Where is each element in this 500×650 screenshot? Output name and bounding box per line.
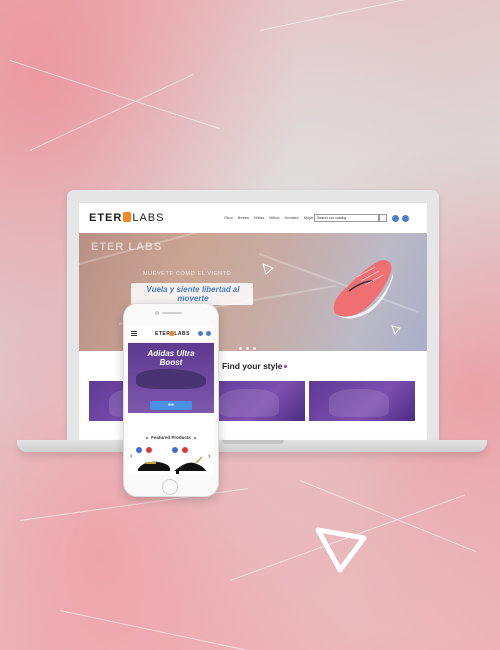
triangle-icon [315,527,367,573]
section-dot [284,365,287,368]
hero-watermark-logo: ETER LABS [91,241,163,253]
hero-cta-button[interactable]: Vuela y siente libertad al moverte [131,283,253,305]
nav-item[interactable]: Niñas [254,215,264,220]
product-badge [182,447,188,453]
logo-mark-icon [123,212,132,222]
phone-camera [155,311,159,315]
phone-device: ETER LABS Adidas Ultra Boost ●● Featured … [123,303,219,497]
search-icon[interactable] [379,214,387,222]
search-icon[interactable] [198,331,203,336]
cart-icon[interactable] [402,215,409,222]
nav-item[interactable]: Otoo [224,215,233,220]
mobile-hero-button-icon: ●● [167,402,175,408]
site-header: ETER LABS Otoo Bebés Niñas Niños Hombre M… [79,203,427,233]
mobile-hero-title: Adidas Ultra Boost [147,349,195,367]
featured-products-title: Featured Products [128,435,214,440]
carousel-dot[interactable] [246,347,249,350]
carousel-dots[interactable] [239,347,256,350]
product-badge [146,447,152,453]
triangle-icon [391,325,401,335]
phone-home-button [162,479,178,495]
mobile-logo[interactable]: ETER LABS [155,331,190,337]
triangle-icon [262,263,274,275]
carousel-dot[interactable] [239,347,242,350]
sneaker-image [333,260,393,319]
product-badge [136,447,142,453]
product-badge [172,447,178,453]
search-input[interactable]: Search our catalog [314,214,379,222]
category-card[interactable] [309,381,415,421]
mobile-hero-button[interactable]: ●● [150,401,192,410]
product-card[interactable] [172,447,208,475]
carousel-dot[interactable] [253,347,256,350]
product-card[interactable] [136,447,172,475]
main-nav: Otoo Bebés Niñas Niños Hombre Mujer [224,215,314,220]
carousel-next-button[interactable]: › [208,453,210,460]
section-title: Find your style [222,361,283,371]
title-dot [193,436,196,439]
title-dot [146,436,149,439]
hero-tagline: MUÉVETE COMO EL VIENTO [143,271,232,277]
mobile-header: ETER LABS [128,325,214,343]
shoe-image [174,456,206,474]
user-icon[interactable] [206,331,211,336]
laptop-notch [222,440,284,444]
phone-screen: ETER LABS Adidas Ultra Boost ●● Featured … [128,325,214,475]
nav-item[interactable]: Niños [269,215,279,220]
site-logo[interactable]: ETER LABS [89,212,164,224]
sneaker-image [136,369,206,389]
nav-item[interactable]: Hombre [284,215,298,220]
nav-item[interactable]: Bebés [238,215,249,220]
mobile-hero: Adidas Ultra Boost ●● [128,343,214,413]
user-icon[interactable] [392,215,399,222]
hero-cta-label: Vuela y siente libertad al moverte [146,285,240,303]
carousel-prev-button[interactable]: ‹ [130,453,132,460]
shoe-image [138,461,170,471]
phone-speaker [162,312,182,314]
hamburger-menu-icon[interactable] [131,331,137,336]
nav-item[interactable]: Mujer [304,215,314,220]
